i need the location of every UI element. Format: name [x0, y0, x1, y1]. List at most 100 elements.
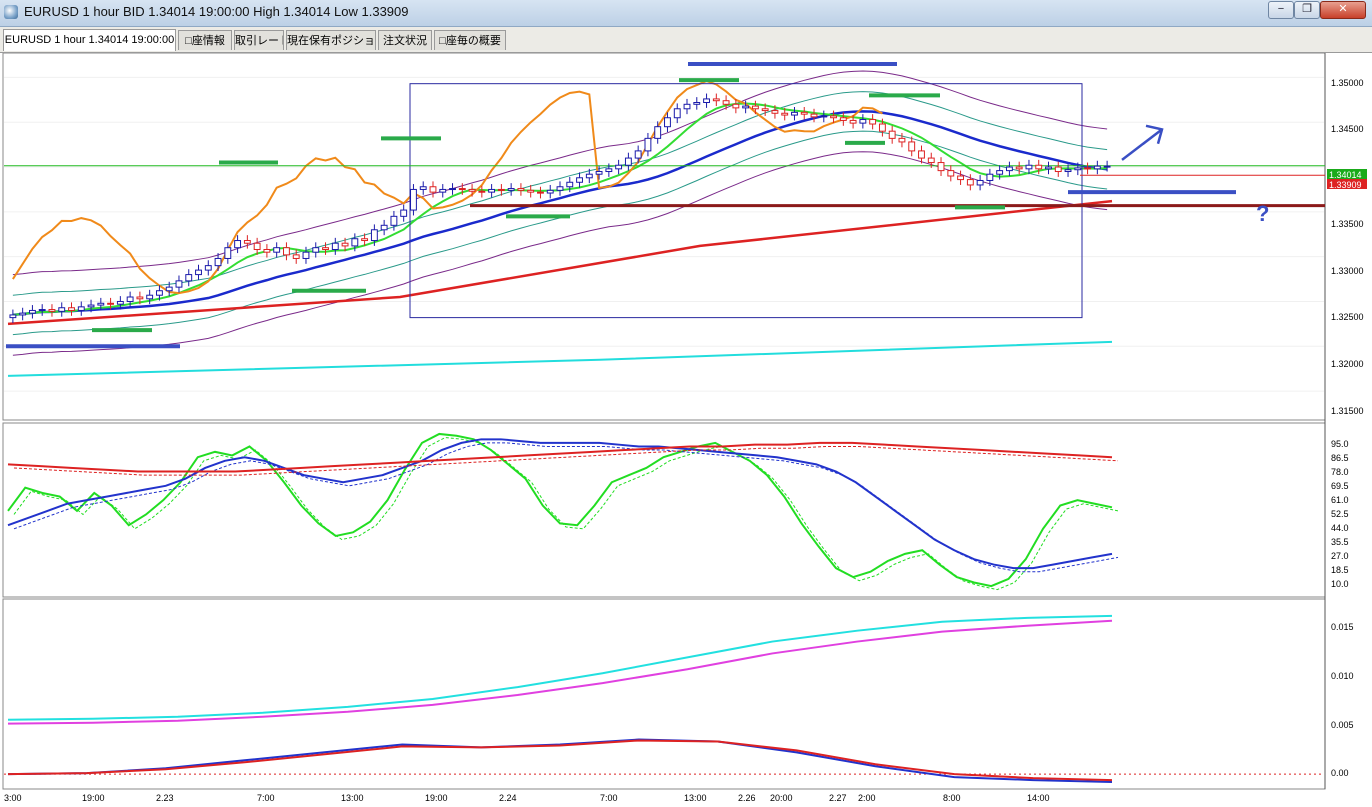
candle-body — [126, 296, 134, 302]
stoch-tick: 86.5 — [1331, 453, 1349, 463]
candle-body — [761, 108, 769, 112]
close-button[interactable]: ✕ — [1320, 1, 1366, 19]
candle-body — [722, 100, 730, 105]
candle-body — [97, 302, 105, 306]
candle-body — [195, 269, 202, 276]
candle-body — [683, 103, 691, 110]
candle-body — [908, 141, 916, 152]
window-titlebar: EURUSD 1 hour BID 1.34014 19:00:00 High … — [0, 0, 1372, 27]
candle-body — [351, 238, 359, 247]
candle-body — [322, 247, 329, 250]
price-tick: 1.31500 — [1331, 406, 1364, 416]
price-tick: 1.35000 — [1331, 78, 1364, 88]
candle-body — [791, 111, 798, 116]
candle-body — [468, 188, 476, 192]
candle-body — [888, 130, 896, 139]
stochastic-panel — [2, 422, 1326, 598]
candle-body — [1025, 164, 1033, 170]
candle-body — [9, 314, 17, 319]
time-tick: 13:00 — [341, 793, 364, 803]
stoch-tick: 61.0 — [1331, 495, 1349, 505]
candle-body — [810, 113, 818, 118]
question-annotation: ? — [1256, 201, 1269, 226]
candle-body — [830, 115, 837, 119]
candle-body — [712, 98, 720, 102]
trend-tick: 0.015 — [1331, 622, 1354, 632]
time-tick: 2:00 — [858, 793, 876, 803]
tab-positions[interactable]: 現在保有ポジション — [286, 30, 376, 50]
tab-account-info[interactable]: □座情報 — [178, 30, 232, 50]
candle-body — [458, 188, 466, 191]
time-tick: 7:00 — [257, 793, 275, 803]
candle-body — [986, 173, 994, 181]
candle-body — [1074, 167, 1082, 171]
candle-body — [595, 171, 603, 175]
candle-body — [263, 248, 271, 253]
candle-body — [243, 240, 251, 244]
stoch-tick: 95.0 — [1331, 439, 1349, 449]
time-tick: 2.24 — [499, 793, 517, 803]
tab-account-summary[interactable]: □座毎の概要 — [434, 30, 506, 50]
candle-body — [439, 188, 447, 193]
candle-body — [214, 257, 222, 267]
candle-body — [537, 191, 544, 194]
candle-body — [488, 188, 496, 193]
candle-body — [556, 186, 564, 191]
candle-body — [1035, 164, 1043, 170]
candle-body — [497, 188, 505, 191]
candle-body — [624, 157, 632, 166]
candle-body — [400, 209, 408, 217]
candle-body — [1054, 166, 1062, 173]
candle-body — [146, 294, 154, 300]
candle-body — [771, 110, 779, 114]
candle-body — [507, 188, 515, 191]
candle-body — [996, 170, 1004, 175]
tab-orders[interactable]: 注文状況 — [378, 30, 432, 50]
candle-body — [947, 170, 955, 177]
candle-body — [87, 304, 95, 308]
stoch-tick: 69.5 — [1331, 481, 1349, 491]
trend-tick: 0.010 — [1331, 671, 1354, 681]
candle-body — [820, 115, 828, 118]
time-tick: 2.23 — [156, 793, 174, 803]
candle-body — [644, 137, 652, 152]
chart-canvas[interactable]: 1.35000 1.34500 1.34014 1.33909 1.33500 … — [0, 53, 1372, 807]
candle-body — [370, 229, 378, 242]
candle-body — [615, 164, 623, 170]
candle-body — [390, 215, 398, 226]
restore-button[interactable]: ❐ — [1294, 1, 1320, 19]
candle-body — [673, 108, 681, 119]
time-tick: 19:00 — [82, 793, 105, 803]
candle-body — [605, 168, 613, 173]
time-tick: 20:00 — [770, 793, 793, 803]
price-tick: 1.34500 — [1331, 124, 1364, 134]
candle-body — [28, 309, 36, 314]
stoch-tick: 78.0 — [1331, 467, 1349, 477]
candle-body — [331, 242, 339, 250]
trend-panel — [2, 598, 1326, 790]
candle-body — [703, 98, 710, 104]
candle-body — [898, 137, 906, 143]
candle-body — [253, 242, 261, 250]
candle-body — [234, 240, 242, 249]
candle-body — [1064, 169, 1072, 173]
candle-body — [566, 181, 574, 188]
candle-body — [185, 274, 193, 282]
candle-body — [878, 123, 886, 132]
candle-body — [175, 280, 183, 288]
candle-body — [58, 307, 66, 312]
candle-body — [957, 175, 964, 181]
candle-body — [937, 162, 945, 172]
minimize-button[interactable]: − — [1268, 1, 1294, 19]
candle-body — [204, 265, 212, 271]
stochastic-axis: 95.0 86.5 78.0 69.5 61.0 52.5 44.0 35.5 … — [1331, 439, 1349, 589]
tab-rates[interactable]: 取引レート — [234, 30, 284, 50]
stoch-tick: 35.5 — [1331, 537, 1349, 547]
candle-body — [664, 117, 671, 128]
price-panel — [2, 53, 1326, 421]
candle-body — [859, 119, 867, 124]
candle-body — [341, 242, 349, 247]
tab-eurusd-chart[interactable]: EURUSD 1 hour 1.34014 19:00:00 — [3, 29, 176, 51]
candle-body — [869, 119, 877, 125]
time-tick: 13:00 — [684, 793, 707, 803]
